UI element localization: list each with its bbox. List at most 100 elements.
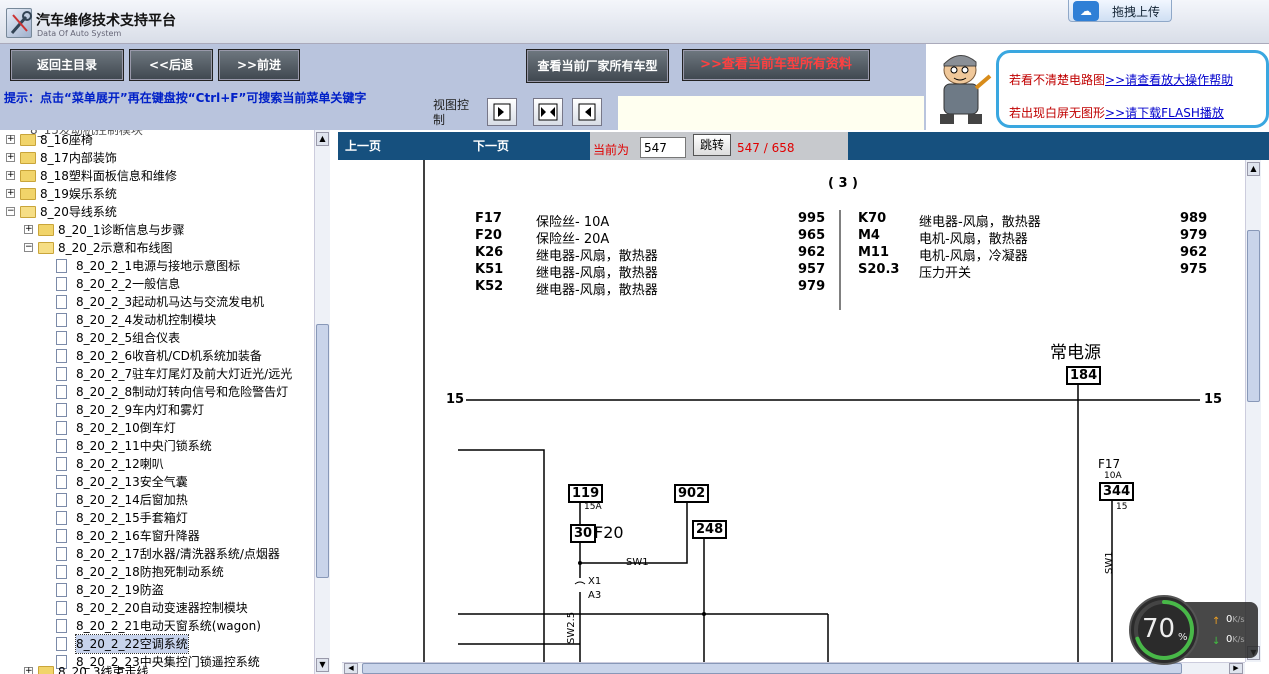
collapse-icon[interactable]: − — [24, 243, 33, 252]
scroll-up-arrow-icon[interactable]: ▲ — [316, 132, 329, 146]
component-page: 957 — [798, 262, 826, 277]
collapse-icon[interactable]: − — [6, 207, 15, 216]
expand-icon[interactable]: + — [6, 189, 15, 198]
view-control-label: 视图控制 — [433, 98, 470, 127]
component-desc: 继电器-风扇，散热器 — [536, 283, 658, 298]
split-view-button[interactable] — [533, 98, 563, 126]
scroll-left-arrow-icon[interactable]: ◀ — [344, 663, 358, 674]
component-desc: 压力开关 — [919, 266, 972, 281]
component-page: 965 — [798, 228, 826, 243]
tree-node-label: 8_20_2_10倒车灯 — [76, 421, 176, 435]
tree-node-label: 8_20_2_7驻车灯尾灯及前大灯近光/远光 — [76, 367, 293, 381]
collapse-left-button[interactable] — [572, 98, 602, 126]
component-page: 995 — [798, 211, 826, 226]
zoom-help-link[interactable]: >>请查看放大操作帮助 — [1105, 73, 1233, 87]
folder-icon — [20, 188, 36, 200]
document-icon — [56, 259, 67, 273]
expand-right-button[interactable] — [487, 98, 517, 126]
panel-left-icon — [578, 103, 596, 121]
page-number-input[interactable] — [640, 137, 686, 158]
forward-button[interactable]: >>前进 — [218, 49, 300, 81]
tree-node-label: 8_19娱乐系统 — [40, 187, 117, 201]
expand-icon[interactable]: + — [6, 171, 15, 180]
document-icon — [56, 619, 67, 633]
jump-button[interactable]: 跳转 — [693, 134, 731, 156]
scroll-down-arrow-icon[interactable]: ▼ — [316, 658, 329, 672]
folder-icon — [20, 152, 36, 164]
tree-node-label: 8_20_1诊断信息与步骤 — [58, 223, 185, 237]
document-icon — [56, 349, 67, 363]
help-bubble: 若看不清楚电路图>>请查看放大操作帮助 若出现白屏无图形>>请下载FLASH播放 — [996, 50, 1269, 128]
expand-icon[interactable]: + — [24, 225, 33, 234]
network-speed-widget[interactable]: ↑ ↓ 70 % 0K/s 0K/s — [1128, 594, 1258, 666]
document-icon — [56, 331, 67, 345]
wire-sw1-label: SW1 — [626, 557, 649, 568]
document-icon — [56, 457, 67, 471]
next-page-link[interactable]: 下一页 — [473, 137, 509, 154]
connector-30: 30 — [570, 524, 597, 543]
component-page: 979 — [1180, 228, 1208, 243]
document-icon — [56, 529, 67, 543]
document-icon — [56, 637, 67, 651]
model-all-button[interactable]: >>查看当前车型所有资料 — [682, 49, 870, 81]
home-button[interactable]: 返回主目录 — [10, 49, 124, 81]
tree-node-label: 8_20_3线束走线 — [58, 665, 149, 674]
component-code: S20.3 — [858, 262, 900, 277]
tree-node-partial-bottom[interactable]: + 8_20_3线束走线 — [24, 663, 149, 674]
folder-open-icon — [38, 242, 54, 254]
section-label: ( 3 ) — [828, 176, 858, 191]
document-icon — [56, 547, 67, 561]
diagram-vscroll-thumb[interactable] — [1247, 230, 1260, 402]
upload-speed: 0K/s — [1226, 614, 1245, 625]
tree-node-label: 8_20_2_5组合仪表 — [76, 331, 181, 345]
document-icon — [56, 493, 67, 507]
diagram-horizontal-scrollbar[interactable]: ◀ ▶ — [342, 662, 1245, 674]
flash-download-link[interactable]: >>请下载FLASH播放 — [1105, 106, 1224, 120]
tree-scrollbar[interactable]: ▲ ▼ — [314, 130, 330, 674]
expand-icon[interactable]: + — [6, 153, 15, 162]
app-logo-icon — [6, 8, 32, 38]
tree-node-label: 8_20_2_15手套箱灯 — [76, 511, 188, 525]
help-flash-text: 若出现白屏无图形 — [1009, 106, 1106, 120]
maker-models-button[interactable]: 查看当前厂家所有车型 — [526, 49, 669, 83]
component-code: F20 — [475, 228, 502, 243]
expand-icon[interactable]: + — [24, 667, 33, 674]
current-page-label: 当前为 — [593, 143, 630, 157]
fuse-f17-label: F17 — [1098, 457, 1121, 471]
tree-node-label: 8_17内部装饰 — [40, 151, 117, 165]
tree-node-label: 8_20_2_18防抱死制动系统 — [76, 565, 224, 579]
app-subtitle: Data Of Auto System — [37, 29, 122, 38]
expand-icon[interactable]: + — [6, 135, 15, 144]
tree-node-label: 8_20_2_12喇叭 — [76, 457, 164, 471]
connector-a3-label: A3 — [588, 590, 602, 601]
folder-open-icon — [20, 206, 36, 218]
document-icon — [56, 367, 67, 381]
connector-184: 184 — [1066, 366, 1102, 385]
fuse-f20-label: F20 — [594, 523, 624, 542]
tree-node-label: 8_20_2_2一般信息 — [76, 277, 181, 291]
connector-248: 248 — [692, 520, 728, 539]
upload-button[interactable]: ☁ 拖拽上传 — [1068, 0, 1172, 22]
document-icon — [56, 511, 67, 525]
document-icon — [56, 385, 67, 399]
wiring-diagram-view: ( 3 ) F17 保险丝- 10A 995 F20 保险丝- 20A 965 K26 继电器… — [342, 160, 1245, 662]
back-button[interactable]: <<后退 — [129, 49, 213, 81]
scroll-up-arrow-icon[interactable]: ▲ — [1247, 162, 1260, 176]
document-icon — [56, 403, 67, 417]
component-code: K70 — [858, 211, 887, 226]
tree-node-label: 8_20_2_14后窗加热 — [76, 493, 188, 507]
document-icon — [56, 313, 67, 327]
diagram-vertical-scrollbar[interactable]: ▲ ▼ — [1245, 160, 1261, 662]
panel-right-icon — [493, 103, 511, 121]
component-page: 962 — [1180, 245, 1208, 260]
prev-page-link[interactable]: 上一页 — [345, 137, 381, 154]
diagram-hscroll-thumb[interactable] — [362, 663, 1182, 674]
bus-15-left: 15 — [446, 392, 465, 407]
folder-icon — [38, 666, 54, 674]
component-page: 962 — [798, 245, 826, 260]
tree-scroll-thumb[interactable] — [316, 324, 329, 578]
tree-node-label: 8_20_2_19防盗 — [76, 583, 164, 597]
upload-label: 拖拽上传 — [1112, 5, 1161, 19]
document-icon — [56, 439, 67, 453]
document-icon — [56, 295, 67, 309]
